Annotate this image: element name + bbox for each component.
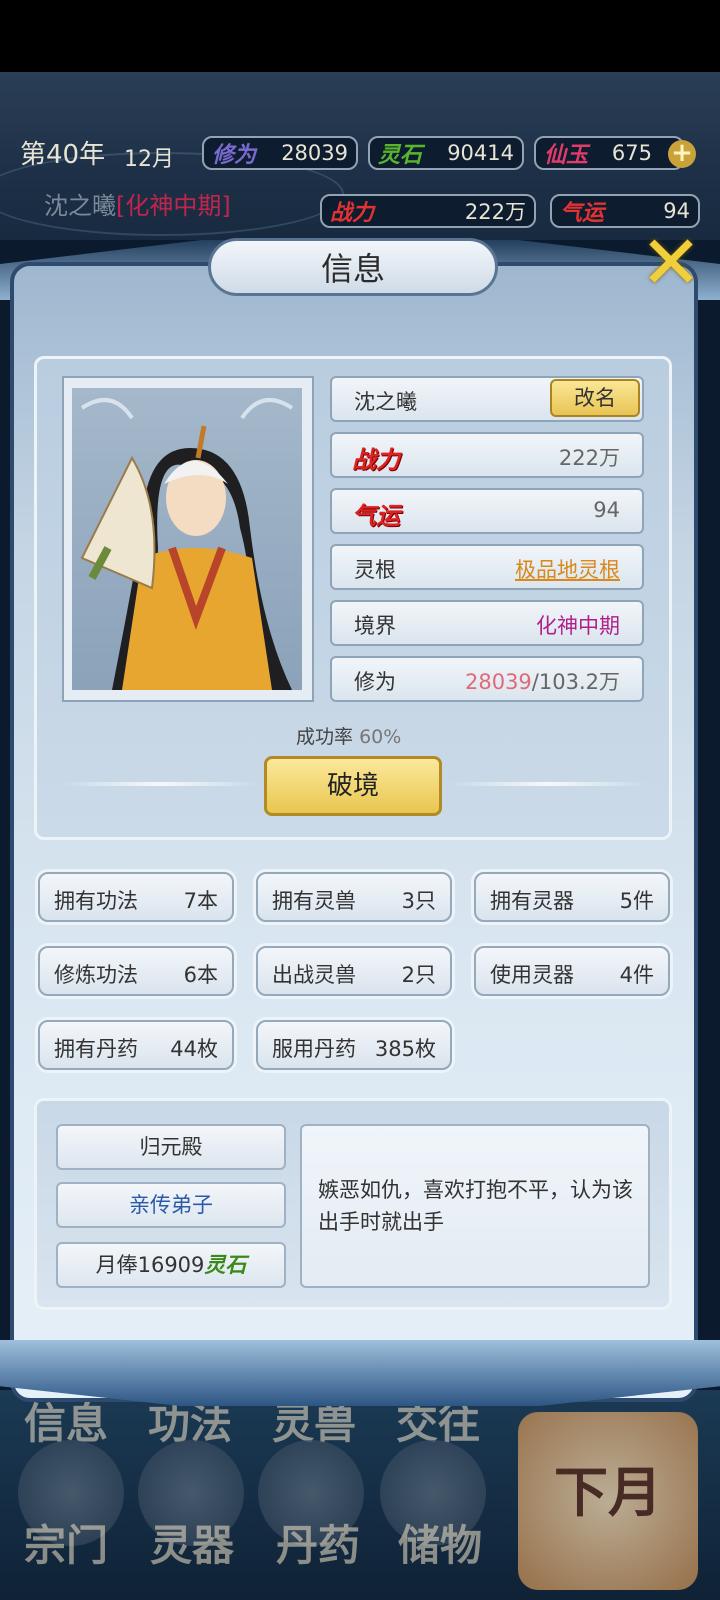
left-ornament-line (60, 782, 260, 786)
spirit-stone-resource: 灵石 90414 (368, 136, 524, 170)
stat-practiced-skills[interactable]: 修炼功法 6本 (38, 946, 234, 996)
close-icon[interactable]: ✕ (634, 226, 708, 300)
modal-title: 信息 (208, 238, 498, 296)
realm-row: 境界 化神中期 (330, 600, 644, 646)
spirit-stone-value: 90414 (447, 141, 514, 165)
cultivation-row: 修为 28039/103.2万 (330, 656, 644, 702)
cultivation-icon: 修为 (212, 142, 257, 168)
hud-character-name: 沈之曦[化神中期] (44, 186, 231, 221)
character-name: 沈之曦 (354, 390, 417, 414)
stat-owned-beasts[interactable]: 拥有灵兽 3只 (256, 872, 452, 922)
stat-label: 拥有功法 (54, 889, 138, 913)
stat-value: 385枚 (374, 1037, 436, 1061)
next-month-button[interactable]: 下月 (518, 1412, 698, 1590)
stat-value: 6本 (183, 963, 218, 987)
success-rate: 成功率 60% (296, 722, 401, 749)
power-row-value: 222万 (558, 446, 620, 470)
cultivation-progress: 28039/103.2万 (465, 666, 620, 696)
nav-artifacts[interactable]: 灵器 (150, 1512, 234, 1573)
character-portrait-illustration (80, 398, 294, 690)
jade-value: 675 (611, 141, 652, 165)
stat-label: 使用灵器 (490, 963, 574, 987)
stat-owned-skills[interactable]: 拥有功法 7本 (38, 872, 234, 922)
cultivation-label: 修为 (354, 670, 396, 694)
personality-description: 嫉恶如仇，喜欢打抱不平，认为该出手时就出手 (300, 1124, 650, 1288)
power-value: 222万 (464, 200, 526, 224)
next-month-label: 下月 (554, 1461, 662, 1524)
spirit-root-value[interactable]: 极品地灵根 (515, 554, 620, 584)
jade-resource: 仙玉 675 (534, 136, 684, 170)
spirit-root-row: 灵根 极品地灵根 (330, 544, 644, 590)
breakthrough-button[interactable]: 破境 (264, 756, 442, 816)
realm-label: 境界 (354, 614, 396, 638)
luck-icon: 气运 (560, 200, 605, 226)
stat-label: 修炼功法 (54, 963, 138, 987)
luck-row: 气运 94 (330, 488, 644, 534)
cultivation-current: 28039 (464, 670, 532, 694)
spirit-stone-icon: 灵石 (378, 142, 423, 168)
stat-label: 拥有丹药 (54, 1037, 138, 1061)
hud-name-text: 沈之曦 (44, 192, 116, 220)
stat-owned-artifacts[interactable]: 拥有灵器 5件 (474, 872, 670, 922)
game-month: 12月 (124, 147, 174, 172)
monthly-salary: 月俸16909灵石 (56, 1242, 286, 1288)
nav-sect[interactable]: 宗门 (24, 1512, 108, 1573)
stat-battle-beasts[interactable]: 出战灵兽 2只 (256, 946, 452, 996)
power-label-icon: 战力 (352, 445, 400, 474)
add-jade-button[interactable]: + (668, 140, 696, 168)
realm-value: 化神中期 (536, 614, 620, 638)
character-portrait (72, 388, 302, 690)
stat-owned-pills[interactable]: 拥有丹药 44枚 (38, 1020, 234, 1070)
stat-value: 5件 (619, 889, 654, 913)
modal-frame-bottom-ornament (0, 1340, 720, 1406)
spirit-stone-icon: 灵石 (204, 1252, 247, 1277)
status-bar (0, 0, 720, 72)
stat-equipped-artifacts[interactable]: 使用灵器 4件 (474, 946, 670, 996)
rename-button[interactable]: 改名 (550, 379, 640, 417)
power-icon: 战力 (330, 200, 375, 226)
stat-label: 拥有灵兽 (272, 889, 356, 913)
luck-label-icon: 气运 (352, 501, 400, 530)
hud-realm-text: [化神中期] (116, 192, 231, 220)
stat-label: 服用丹药 (272, 1037, 356, 1061)
jade-icon: 仙玉 (544, 142, 589, 168)
power-row: 战力 222万 (330, 432, 644, 478)
salary-amount: 月俸16909 (95, 1253, 205, 1277)
luck-row-value: 94 (593, 498, 620, 522)
stat-label: 拥有灵器 (490, 889, 574, 913)
cultivation-value: 28039 (281, 141, 348, 165)
success-rate-label: 成功率 (296, 726, 354, 748)
stat-value: 2只 (401, 963, 436, 987)
game-year: 第40年 (20, 140, 106, 170)
right-ornament-line (448, 782, 648, 786)
stat-value: 44枚 (170, 1037, 218, 1061)
sect-name: 归元殿 (56, 1124, 286, 1170)
power-resource: 战力 222万 (320, 194, 536, 228)
stat-value: 4件 (619, 963, 654, 987)
stat-value: 3只 (401, 889, 436, 913)
nav-storage[interactable]: 储物 (398, 1512, 482, 1573)
stat-consumed-pills[interactable]: 服用丹药 385枚 (256, 1020, 452, 1070)
nav-pills[interactable]: 丹药 (276, 1512, 360, 1573)
cultivation-total: /103.2万 (531, 670, 620, 694)
success-rate-value: 60% (359, 726, 402, 748)
stat-label: 出战灵兽 (272, 963, 356, 987)
cultivation-resource: 修为 28039 (202, 136, 358, 170)
spirit-root-label: 灵根 (354, 558, 396, 582)
stat-value: 7本 (183, 889, 218, 913)
sect-rank: 亲传弟子 (56, 1182, 286, 1228)
personality-text: 嫉恶如仇，喜欢打抱不平，认为该出手时就出手 (318, 1178, 633, 1234)
